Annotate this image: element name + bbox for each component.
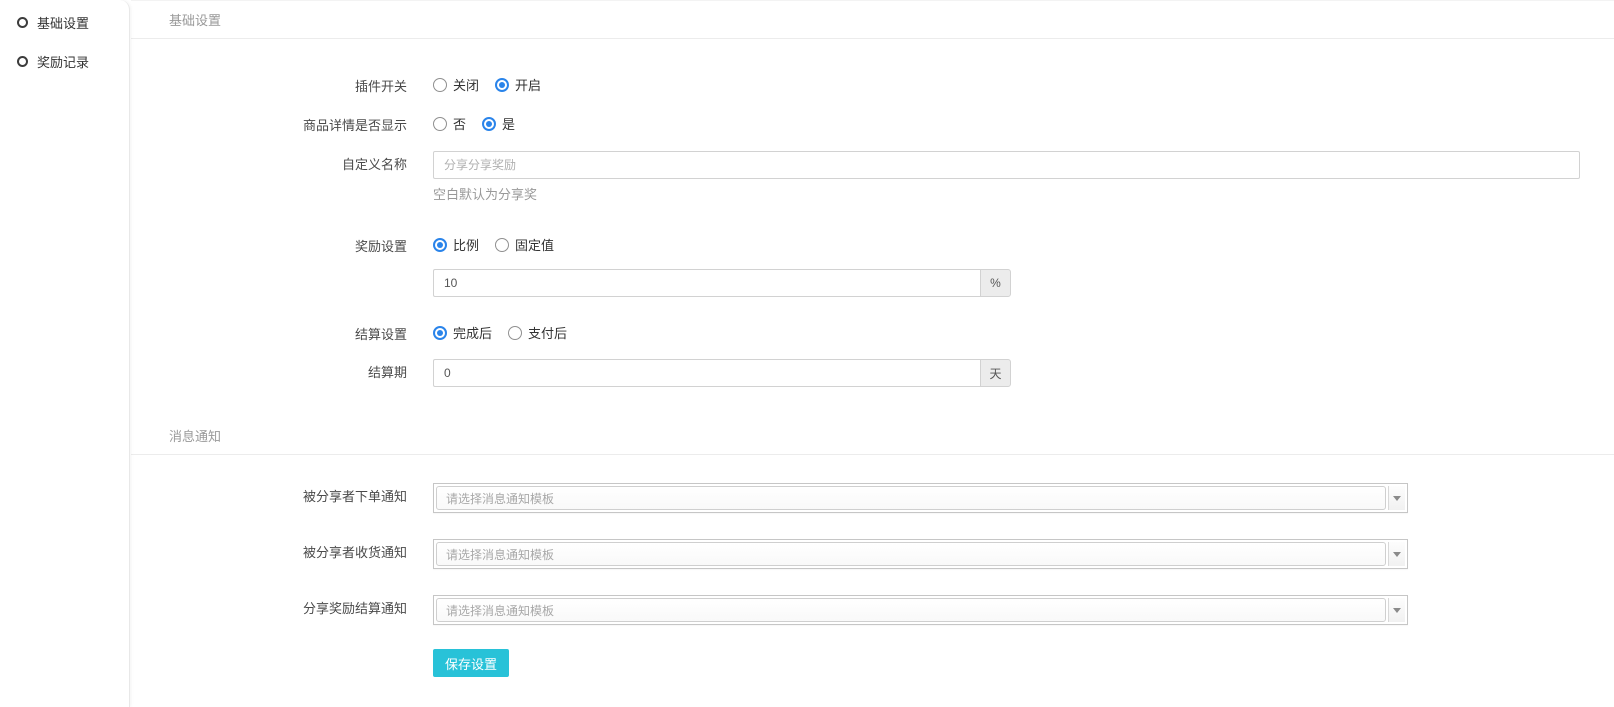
percent-addon: % bbox=[980, 269, 1011, 297]
sidebar-item-reward-records[interactable]: 奖励记录 bbox=[0, 51, 129, 71]
radio-icon[interactable] bbox=[495, 238, 509, 252]
sidebar-item-label: 奖励记录 bbox=[37, 52, 89, 71]
radio-option-yes[interactable]: 是 bbox=[482, 114, 515, 133]
radio-option-no[interactable]: 否 bbox=[433, 114, 466, 133]
radio-option-after-pay[interactable]: 支付后 bbox=[508, 323, 567, 342]
form-row-plugin-switch: 插件开关 关闭 开启 bbox=[131, 73, 1614, 95]
radio-option-label: 否 bbox=[453, 114, 466, 133]
form-row-notify-receive: 被分享者收货通知 请选择消息通知模板 bbox=[131, 539, 1614, 569]
notify-receive-label: 被分享者收货通知 bbox=[131, 539, 407, 561]
sidebar: 基础设置 奖励记录 bbox=[0, 0, 130, 707]
radio-option-label: 是 bbox=[502, 114, 515, 133]
notify-receive-select[interactable]: 请选择消息通知模板 bbox=[433, 539, 1408, 569]
form-row-reward-type: 奖励设置 比例 固定值 bbox=[131, 233, 1614, 255]
radio-option-on[interactable]: 开启 bbox=[495, 75, 541, 94]
reward-type-label: 奖励设置 bbox=[131, 233, 407, 255]
select-placeholder: 请选择消息通知模板 bbox=[436, 598, 1386, 622]
form-row-detail-show: 商品详情是否显示 否 是 bbox=[131, 112, 1614, 134]
custom-name-ctrl: 空白默认为分享奖 bbox=[433, 151, 1580, 203]
settings-panel: 基础设置 插件开关 关闭 开启 商品详情是否显示 否 是 bbox=[131, 0, 1614, 707]
radio-icon[interactable] bbox=[508, 326, 522, 340]
radio-option-ratio[interactable]: 比例 bbox=[433, 235, 479, 254]
notify-settle-select[interactable]: 请选择消息通知模板 bbox=[433, 595, 1408, 625]
radio-icon[interactable] bbox=[433, 117, 447, 131]
chevron-down-icon[interactable] bbox=[1388, 486, 1405, 510]
form-row-custom-name: 自定义名称 空白默认为分享奖 bbox=[131, 151, 1614, 203]
settle-type-label: 结算设置 bbox=[131, 321, 407, 343]
radio-circle-icon bbox=[17, 56, 28, 67]
form-row-settle-period: 结算期 天 bbox=[131, 359, 1614, 387]
radio-icon[interactable] bbox=[433, 78, 447, 92]
radio-option-label: 固定值 bbox=[515, 235, 554, 254]
select-placeholder: 请选择消息通知模板 bbox=[436, 542, 1386, 566]
reward-value-group: % bbox=[433, 269, 1011, 297]
radio-option-fixed[interactable]: 固定值 bbox=[495, 235, 554, 254]
section-title-basic: 基础设置 bbox=[131, 1, 1614, 39]
reward-value-input[interactable] bbox=[433, 269, 980, 297]
sidebar-item-basic-settings[interactable]: 基础设置 bbox=[0, 12, 129, 32]
notify-order-label: 被分享者下单通知 bbox=[131, 483, 407, 505]
custom-name-help: 空白默认为分享奖 bbox=[433, 184, 1580, 203]
radio-icon[interactable] bbox=[433, 326, 447, 340]
form-row-notify-settle: 分享奖励结算通知 请选择消息通知模板 bbox=[131, 595, 1614, 625]
settle-period-input[interactable] bbox=[433, 359, 980, 387]
radio-option-label: 支付后 bbox=[528, 323, 567, 342]
form-row-notify-order: 被分享者下单通知 请选择消息通知模板 bbox=[131, 483, 1614, 513]
detail-show-label: 商品详情是否显示 bbox=[131, 112, 407, 134]
notify-settle-label: 分享奖励结算通知 bbox=[131, 595, 407, 617]
detail-show-radio-group: 否 是 bbox=[433, 112, 531, 133]
notify-order-select[interactable]: 请选择消息通知模板 bbox=[433, 483, 1408, 513]
settle-period-group: 天 bbox=[433, 359, 1011, 387]
radio-icon[interactable] bbox=[482, 117, 496, 131]
form-row-reward-value: % bbox=[131, 269, 1614, 297]
radio-option-label: 完成后 bbox=[453, 323, 492, 342]
custom-name-input[interactable] bbox=[433, 151, 1580, 179]
radio-option-off[interactable]: 关闭 bbox=[433, 75, 479, 94]
radio-circle-icon bbox=[17, 17, 28, 28]
radio-icon[interactable] bbox=[433, 238, 447, 252]
select-placeholder: 请选择消息通知模板 bbox=[436, 486, 1386, 510]
chevron-down-icon[interactable] bbox=[1388, 542, 1405, 566]
radio-option-label: 比例 bbox=[453, 235, 479, 254]
chevron-down-icon[interactable] bbox=[1388, 598, 1405, 622]
radio-icon[interactable] bbox=[495, 78, 509, 92]
plugin-switch-radio-group: 关闭 开启 bbox=[433, 73, 557, 94]
radio-option-label: 关闭 bbox=[453, 75, 479, 94]
reward-value-label-spacer bbox=[131, 269, 407, 272]
settle-period-label: 结算期 bbox=[131, 359, 407, 381]
custom-name-label: 自定义名称 bbox=[131, 151, 407, 173]
form-row-settle-type: 结算设置 完成后 支付后 bbox=[131, 321, 1614, 343]
save-settings-button[interactable]: 保存设置 bbox=[433, 649, 509, 677]
section-title-notify: 消息通知 bbox=[131, 417, 1614, 455]
days-addon: 天 bbox=[980, 359, 1011, 387]
reward-type-radio-group: 比例 固定值 bbox=[433, 233, 570, 254]
plugin-switch-label: 插件开关 bbox=[131, 73, 407, 95]
radio-option-after-complete[interactable]: 完成后 bbox=[433, 323, 492, 342]
settle-type-radio-group: 完成后 支付后 bbox=[433, 321, 583, 342]
sidebar-item-label: 基础设置 bbox=[37, 13, 89, 32]
radio-option-label: 开启 bbox=[515, 75, 541, 94]
